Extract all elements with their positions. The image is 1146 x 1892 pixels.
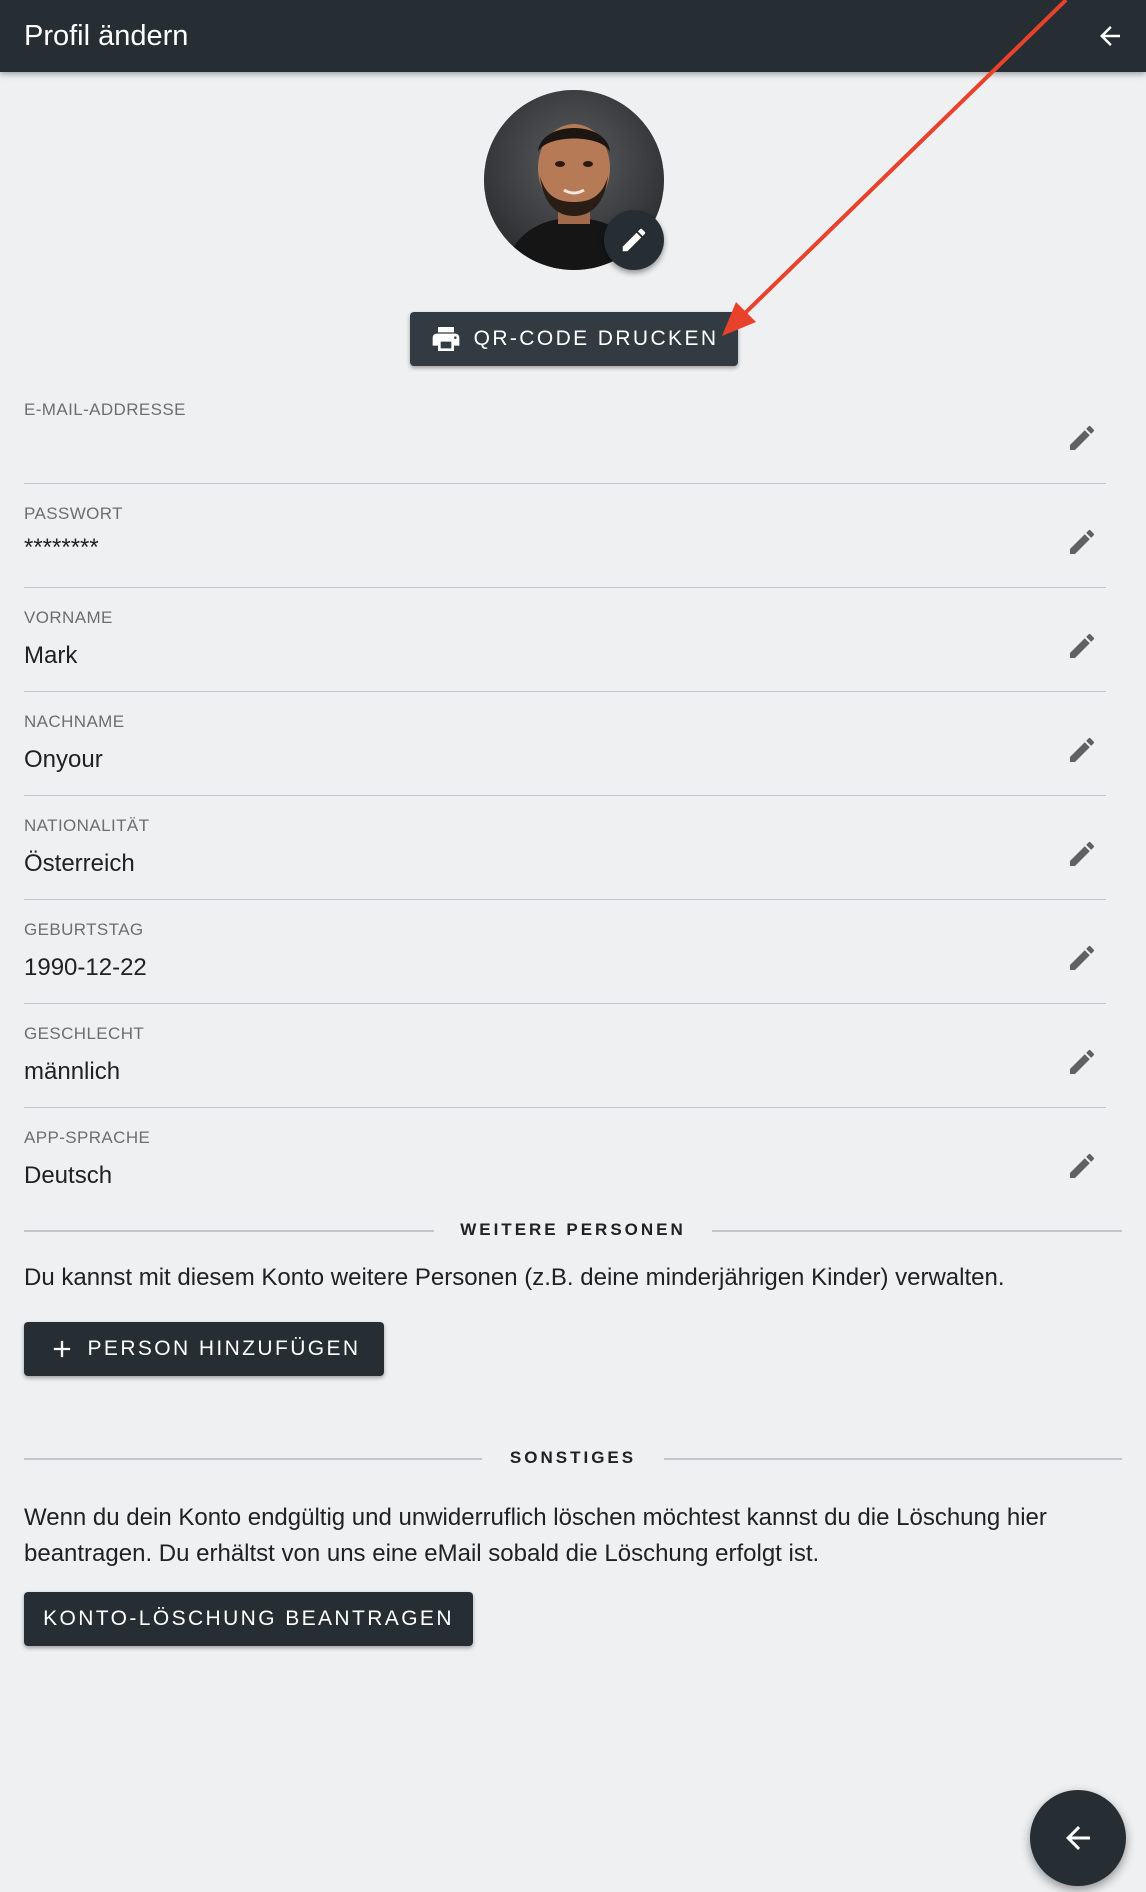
field-first-name: VORNAME Mark bbox=[24, 588, 1106, 692]
field-last-name: NACHNAME Onyour bbox=[24, 692, 1106, 796]
add-person-label: PERSON HINZUFÜGEN bbox=[87, 1337, 361, 1360]
pencil-icon bbox=[1070, 1049, 1095, 1074]
edit-first-name-button[interactable] bbox=[1058, 622, 1106, 670]
field-birthday: GEBURTSTAG 1990-12-22 bbox=[24, 900, 1106, 1004]
pencil-icon bbox=[1070, 425, 1095, 450]
request-account-deletion-label: KONTO-LÖSCHUNG BEANTRAGEN bbox=[43, 1607, 454, 1630]
field-label: PASSWORT bbox=[24, 504, 123, 523]
app-bar: Profil ändern bbox=[0, 0, 1146, 72]
field-password: PASSWORT ******** bbox=[24, 484, 1106, 588]
arrow-back-icon bbox=[1066, 1826, 1090, 1850]
pencil-icon bbox=[622, 228, 646, 252]
field-value: Mark bbox=[24, 642, 78, 669]
plus-icon bbox=[48, 1335, 76, 1363]
section-title-persons: WEITERE PERSONEN bbox=[460, 1220, 686, 1239]
field-value: Onyour bbox=[24, 746, 103, 773]
field-value: Deutsch bbox=[24, 1162, 113, 1189]
field-label: GESCHLECHT bbox=[24, 1024, 145, 1043]
pencil-icon bbox=[1070, 737, 1095, 762]
section-divider bbox=[664, 1458, 1122, 1460]
floating-back-button[interactable] bbox=[1030, 1790, 1126, 1886]
section-divider bbox=[24, 1458, 482, 1460]
field-nationality: NATIONALITÄT Österreich bbox=[24, 796, 1106, 900]
pencil-icon bbox=[1070, 1153, 1095, 1178]
field-gender: GESCHLECHT männlich bbox=[24, 1004, 1106, 1108]
page-title: Profil ändern bbox=[24, 20, 189, 52]
print-qr-code-button[interactable]: QR-CODE DRUCKEN bbox=[410, 312, 738, 366]
edit-last-name-button[interactable] bbox=[1058, 726, 1106, 774]
field-label: GEBURTSTAG bbox=[24, 920, 144, 939]
add-person-button[interactable]: PERSON HINZUFÜGEN bbox=[24, 1322, 384, 1376]
field-app-language: APP-SPRACHE Deutsch bbox=[24, 1108, 1106, 1212]
edit-nationality-button[interactable] bbox=[1058, 830, 1106, 878]
pencil-icon bbox=[1070, 945, 1095, 970]
section-divider bbox=[24, 1230, 434, 1232]
back-button[interactable] bbox=[1082, 8, 1138, 64]
field-label: E-MAIL-ADDRESSE bbox=[24, 400, 186, 419]
request-account-deletion-button[interactable]: KONTO-LÖSCHUNG BEANTRAGEN bbox=[24, 1592, 473, 1646]
field-value: Österreich bbox=[24, 850, 135, 877]
field-value: männlich bbox=[24, 1058, 121, 1085]
print-qr-code-label: QR-CODE DRUCKEN bbox=[473, 327, 719, 350]
pencil-icon bbox=[1070, 529, 1095, 554]
pencil-icon bbox=[1070, 633, 1095, 658]
field-label: VORNAME bbox=[24, 608, 113, 627]
edit-app-language-button[interactable] bbox=[1058, 1142, 1106, 1190]
section-divider bbox=[712, 1230, 1122, 1232]
field-email: E-MAIL-ADDRESSE bbox=[24, 380, 1106, 484]
field-label: NATIONALITÄT bbox=[24, 816, 150, 835]
misc-description: Wenn du dein Konto endgültig und unwider… bbox=[24, 1504, 1047, 1567]
printer-icon bbox=[430, 323, 462, 355]
edit-password-button[interactable] bbox=[1058, 518, 1106, 566]
arrow-back-icon bbox=[1100, 26, 1120, 46]
field-value: ******** bbox=[24, 534, 99, 561]
edit-email-button[interactable] bbox=[1058, 414, 1106, 462]
field-label: APP-SPRACHE bbox=[24, 1128, 151, 1147]
edit-birthday-button[interactable] bbox=[1058, 934, 1106, 982]
field-label: NACHNAME bbox=[24, 712, 125, 731]
field-value: 1990-12-22 bbox=[24, 954, 147, 981]
section-title-misc: SONSTIGES bbox=[509, 1448, 637, 1467]
avatar-edit-button[interactable] bbox=[604, 210, 664, 270]
pencil-icon bbox=[1070, 841, 1095, 866]
persons-description: Du kannst mit diesem Konto weitere Perso… bbox=[24, 1264, 1005, 1291]
edit-gender-button[interactable] bbox=[1058, 1038, 1106, 1086]
